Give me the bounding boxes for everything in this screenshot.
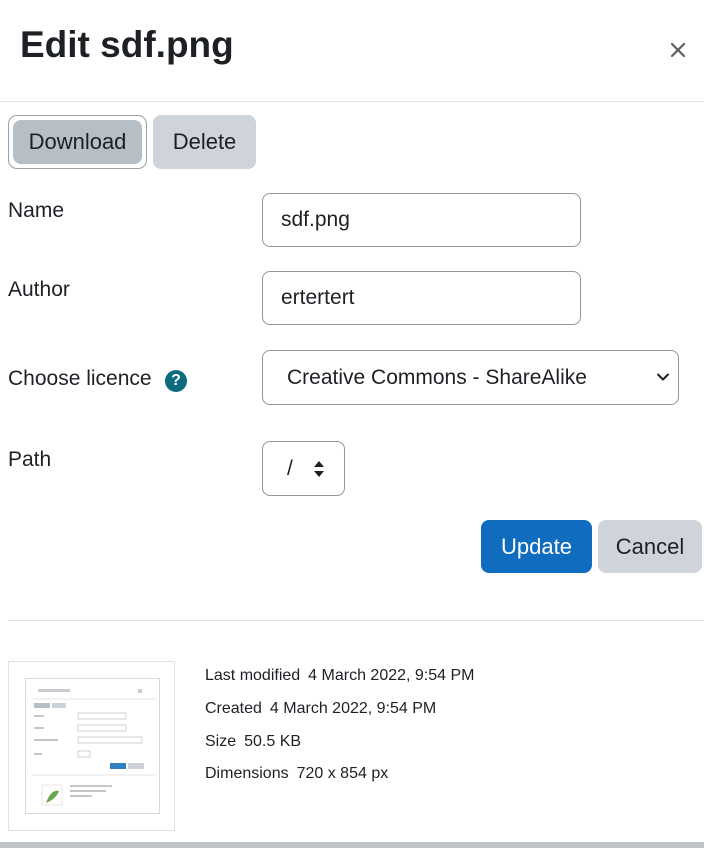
delete-button[interactable]: Delete [153, 115, 256, 169]
author-label: Author [8, 278, 70, 301]
path-selected-value: / [287, 457, 293, 480]
name-input[interactable] [262, 193, 581, 247]
bottom-scroll-edge [0, 842, 704, 848]
size-row: Size 50.5 KB [205, 732, 301, 752]
thumbnail-preview-image [26, 679, 159, 813]
last-modified-row: Last modified 4 March 2022, 9:54 PM [205, 666, 474, 686]
chevron-down-icon [657, 373, 669, 381]
dimensions-label: Dimensions [205, 765, 289, 782]
updown-arrows-icon [314, 461, 324, 477]
path-select[interactable]: / [262, 441, 345, 496]
section-divider [8, 620, 704, 621]
file-thumbnail [25, 678, 160, 814]
author-input[interactable] [262, 271, 581, 325]
size-value: 50.5 KB [244, 733, 302, 750]
licence-select[interactable]: Creative Commons - ShareAlike [262, 350, 679, 405]
dialog-title: Edit sdf.png [20, 24, 234, 65]
update-button[interactable]: Update [481, 520, 592, 573]
download-button-focus-ring: Download [8, 115, 147, 169]
created-label: Created [205, 700, 262, 717]
help-icon[interactable]: ? [165, 370, 187, 392]
licence-selected-value: Creative Commons - ShareAlike [287, 366, 587, 389]
licence-label: Choose licence [8, 367, 152, 390]
last-modified-value: 4 March 2022, 9:54 PM [308, 667, 475, 684]
dimensions-value: 720 x 854 px [296, 765, 389, 782]
close-icon [670, 42, 686, 58]
dimensions-row: Dimensions 720 x 854 px [205, 764, 388, 784]
path-label: Path [8, 448, 52, 471]
close-button[interactable] [664, 36, 692, 64]
file-thumbnail-frame [8, 661, 175, 831]
download-button[interactable]: Download [13, 120, 142, 164]
last-modified-label: Last modified [205, 667, 301, 684]
created-row: Created 4 March 2022, 9:54 PM [205, 699, 436, 719]
dialog-header: Edit sdf.png [0, 0, 704, 102]
created-value: 4 March 2022, 9:54 PM [269, 700, 437, 717]
name-label: Name [8, 199, 65, 222]
size-label: Size [205, 733, 237, 750]
cancel-button[interactable]: Cancel [598, 520, 702, 573]
